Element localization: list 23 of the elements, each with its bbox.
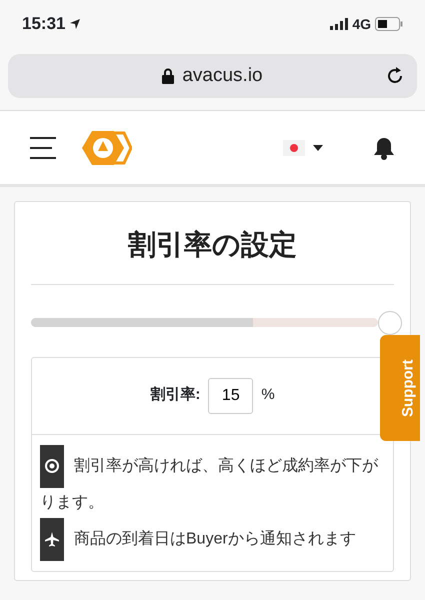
location-arrow-icon: [69, 18, 82, 30]
signal-icon: [330, 18, 348, 30]
airplane-icon: [40, 518, 64, 561]
slider-track[interactable]: [31, 318, 378, 328]
unit-label: %: [261, 385, 275, 406]
target-icon: [40, 444, 64, 488]
menu-icon[interactable]: [30, 136, 56, 160]
battery-icon: [375, 17, 403, 31]
slider-thumb[interactable]: [378, 310, 402, 335]
reload-icon[interactable]: [385, 66, 405, 86]
url-text: avacus.io: [182, 64, 263, 88]
rate-label: 割引率:: [150, 385, 200, 406]
network-label: 4G: [352, 14, 371, 34]
rate-input[interactable]: 15: [208, 378, 254, 414]
address-bar[interactable]: avacus.io: [8, 54, 417, 98]
bell-icon[interactable]: [373, 136, 395, 160]
caret-icon[interactable]: [313, 144, 323, 150]
note-text: 割引率が高ければ、高くほど成約率が下がります。: [40, 444, 385, 518]
flag-icon[interactable]: [283, 140, 305, 156]
lock-icon: [162, 68, 174, 84]
card-title: 割引率の設定: [31, 202, 394, 285]
note-text: 商品の到着日はBuyerから通知されます: [40, 518, 385, 561]
clock: 15:31: [22, 13, 66, 36]
